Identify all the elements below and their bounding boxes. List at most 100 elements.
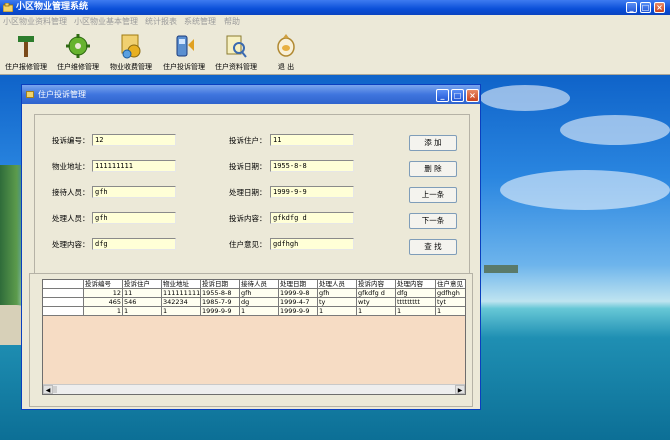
complaint-date-field[interactable]: 1955-8-8 (270, 160, 354, 172)
table-row[interactable]: 465 546 342234 1985-7-9 dg 1999-4-7 ty w… (43, 298, 465, 307)
handle-content-field[interactable]: dfg (92, 238, 176, 250)
table-cell[interactable]: 465 (84, 298, 123, 307)
table-row[interactable]: 12 11 111111111 1955-8-8 gfh 1999-9-8 gf… (43, 289, 465, 298)
menu-item-property-data[interactable]: 小区物业资料管理 (3, 15, 67, 29)
toolbar-exit-button[interactable]: 退 出 (268, 31, 304, 73)
toolbar-repair-request-button[interactable]: 住户报修管理 (4, 31, 48, 73)
resident-opinion-field[interactable]: gdfhgh (270, 238, 354, 250)
menu-item-property-basic[interactable]: 小区物业基本管理 (74, 15, 138, 29)
handler-field[interactable]: gfh (92, 212, 176, 224)
scroll-left-arrow-icon[interactable]: ◀ (43, 385, 53, 394)
toolbar-maintenance-button[interactable]: 住户维修管理 (56, 31, 100, 73)
complainant-field[interactable]: 11 (270, 134, 354, 146)
table-cell[interactable]: 1 (162, 307, 201, 316)
table-cell[interactable]: 342234 (162, 298, 201, 307)
scrollbar-thumb[interactable] (53, 386, 57, 393)
table-cell[interactable]: gfkdfg d (357, 289, 396, 298)
complaint-dialog: 住户投诉管理 _ □ × 投诉编号： 12 物业地址： 111111111 接待… (21, 84, 481, 410)
table-cell[interactable]: 546 (123, 298, 162, 307)
property-address-label: 物业地址： (52, 162, 90, 171)
table-cell[interactable]: 1999-9-9 (279, 307, 318, 316)
column-header[interactable]: 接待人员 (240, 280, 279, 289)
handle-date-field[interactable]: 1999-9-9 (270, 186, 354, 198)
table-cell[interactable]: dg (240, 298, 279, 307)
table-row[interactable]: 1 1 1 1999-9-9 1 1999-9-9 1 1 1 1 (43, 307, 465, 316)
complaint-content-field[interactable]: gfkdfg d (270, 212, 354, 224)
table-cell[interactable]: dfg (396, 289, 436, 298)
table-cell[interactable]: 1985-7-9 (201, 298, 240, 307)
dialog-titlebar[interactable]: 住户投诉管理 _ □ × (22, 85, 480, 104)
table-cell[interactable]: 1955-8-8 (201, 289, 240, 298)
close-button[interactable]: × (654, 2, 665, 13)
dialog-close-button[interactable]: × (466, 89, 479, 102)
find-button[interactable]: 查 找 (409, 239, 457, 255)
prev-record-button[interactable]: 上一条 (409, 187, 457, 203)
minimize-button[interactable]: _ (626, 2, 637, 13)
delete-button[interactable]: 删 除 (409, 161, 457, 177)
next-record-button[interactable]: 下一条 (409, 213, 457, 229)
table-cell[interactable]: gdfhgh (436, 289, 465, 298)
toolbar-complaint-button[interactable]: 住户投诉管理 (160, 31, 208, 73)
cloud (500, 170, 670, 210)
phone-icon (176, 35, 194, 57)
maximize-button[interactable]: □ (640, 2, 651, 13)
row-header[interactable] (43, 298, 84, 307)
dialog-minimize-button[interactable]: _ (436, 89, 449, 102)
table-cell[interactable]: 12 (84, 289, 123, 298)
toolbar: 住户报修管理 住户维修管理 物业收费管理 住户投诉管理 住户资料管理 退 出 (0, 29, 670, 75)
table-cell[interactable]: 1 (123, 307, 162, 316)
folder-icon (26, 91, 34, 98)
column-header[interactable]: 物业地址 (162, 280, 201, 289)
table-cell[interactable]: tyt (436, 298, 465, 307)
cloud (560, 115, 670, 145)
table-cell[interactable]: 1 (436, 307, 465, 316)
table-cell[interactable]: 1999-9-8 (279, 289, 318, 298)
table-cell[interactable]: 1999-4-7 (279, 298, 318, 307)
column-header[interactable]: 住户意见 (436, 280, 465, 289)
menu-item-reports[interactable]: 统计报表 (145, 15, 177, 29)
column-header[interactable]: 投诉日期 (201, 280, 240, 289)
table-cell[interactable]: gfh (318, 289, 357, 298)
app-title: 小区物业管理系统 (16, 2, 89, 12)
receiver-field[interactable]: gfh (92, 186, 176, 198)
menu-bar: 小区物业资料管理 小区物业基本管理 统计报表 系统管理 帮助 (0, 15, 670, 29)
row-header[interactable] (43, 307, 84, 316)
horizontal-scrollbar[interactable]: ◀ ▶ (43, 384, 465, 394)
column-header[interactable]: 处理人员 (318, 280, 357, 289)
handle-date-label: 处理日期： (229, 188, 267, 197)
complaint-no-field[interactable]: 12 (92, 134, 176, 146)
column-header[interactable]: 投诉住户 (123, 280, 162, 289)
app-icon (3, 3, 13, 12)
column-header[interactable]: 处理日期 (279, 280, 318, 289)
table-cell[interactable]: 1 (357, 307, 396, 316)
table-cell[interactable]: 11 (123, 289, 162, 298)
table-cell[interactable]: 1 (318, 307, 357, 316)
column-header[interactable]: 投诉内容 (357, 280, 396, 289)
records-panel: 投诉编号 投诉住户 物业地址 投诉日期 接待人员 处理日期 处理人员 投诉内容 … (29, 273, 473, 407)
property-address-field[interactable]: 111111111 (92, 160, 176, 172)
column-header[interactable]: 投诉编号 (84, 280, 123, 289)
toolbar-fee-button[interactable]: 物业收费管理 (107, 31, 155, 73)
table-cell[interactable]: gfh (240, 289, 279, 298)
resident-opinion-label: 住户意见： (229, 240, 267, 249)
table-cell[interactable]: 1999-9-9 (201, 307, 240, 316)
table-cell[interactable]: ty (318, 298, 357, 307)
table-cell[interactable]: 1 (240, 307, 279, 316)
add-button[interactable]: 添 加 (409, 135, 457, 151)
scroll-right-arrow-icon[interactable]: ▶ (455, 385, 465, 394)
records-grid[interactable]: 投诉编号 投诉住户 物业地址 投诉日期 接待人员 处理日期 处理人员 投诉内容 … (42, 279, 466, 395)
table-cell[interactable]: wty (357, 298, 396, 307)
gear-icon (66, 34, 90, 58)
row-header[interactable] (43, 289, 84, 298)
menu-item-help[interactable]: 帮助 (224, 15, 240, 29)
table-cell[interactable]: 1 (396, 307, 436, 316)
cloud (480, 85, 570, 111)
menu-item-system[interactable]: 系统管理 (184, 15, 216, 29)
app-titlebar[interactable]: 小区物业管理系统 _ □ × (0, 0, 670, 15)
table-cell[interactable]: ttttttttt (396, 298, 436, 307)
table-cell[interactable]: 111111111 (162, 289, 201, 298)
column-header[interactable]: 处理内容 (396, 280, 436, 289)
table-cell[interactable]: 1 (84, 307, 123, 316)
toolbar-resident-data-button[interactable]: 住户资料管理 (212, 31, 260, 73)
dialog-maximize-button[interactable]: □ (451, 89, 464, 102)
